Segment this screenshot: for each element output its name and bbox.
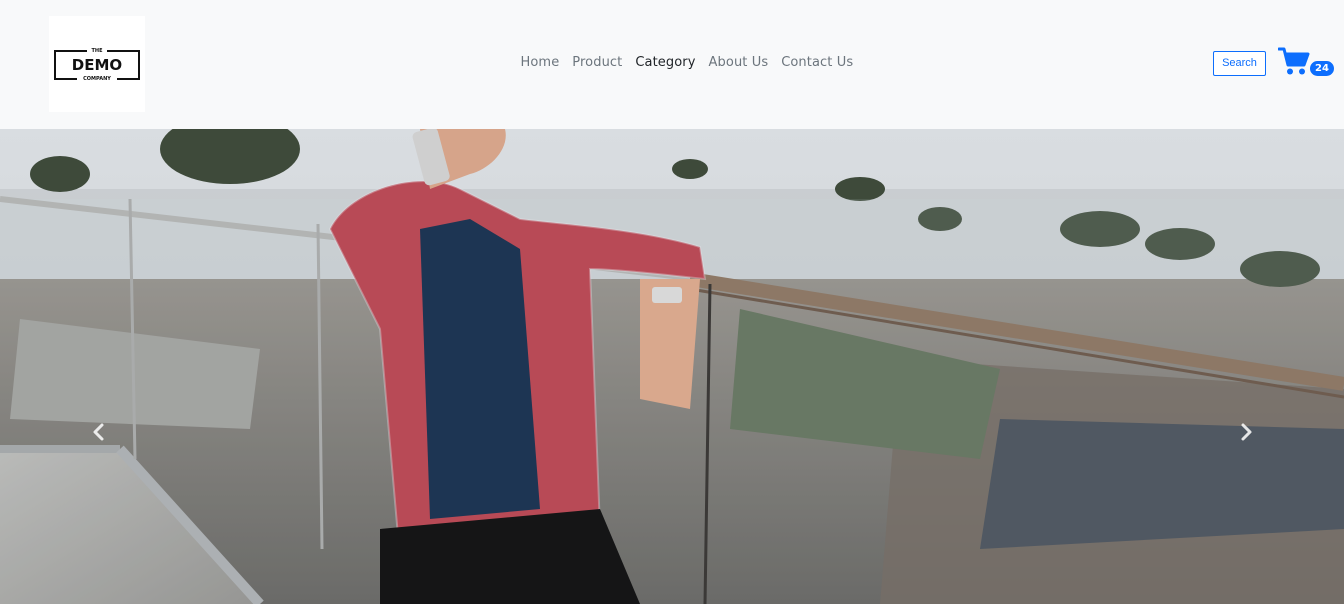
demo-company-logo: THE DEMO COMPANY xyxy=(54,47,140,83)
logo-bottom-text: COMPANY xyxy=(83,76,111,82)
nav-contact-us[interactable]: Contact Us xyxy=(775,54,860,74)
main-nav: Home Product Category About Us Contact U… xyxy=(514,54,860,74)
cart-button[interactable]: 24 xyxy=(1278,46,1336,80)
search-button[interactable]: Search xyxy=(1213,51,1266,76)
cart-count-badge: 24 xyxy=(1310,61,1334,76)
cart-icon xyxy=(1278,47,1310,75)
logo-main-text: DEMO xyxy=(72,56,122,74)
nav-product[interactable]: Product xyxy=(566,54,629,74)
hero-carousel xyxy=(0,129,1344,604)
chevron-right-icon xyxy=(1241,423,1252,441)
brand-logo[interactable]: THE DEMO COMPANY xyxy=(49,16,145,112)
nav-category[interactable]: Category xyxy=(629,54,702,74)
nav-home[interactable]: Home xyxy=(514,54,566,74)
hero-slide-image xyxy=(0,129,1344,604)
logo-top-text: THE xyxy=(91,48,103,54)
nav-about-us[interactable]: About Us xyxy=(702,54,775,74)
chevron-left-icon xyxy=(93,423,104,441)
carousel-prev-button[interactable] xyxy=(84,417,114,447)
navbar: THE DEMO COMPANY Home Product Category A… xyxy=(0,0,1344,129)
carousel-next-button[interactable] xyxy=(1231,417,1261,447)
